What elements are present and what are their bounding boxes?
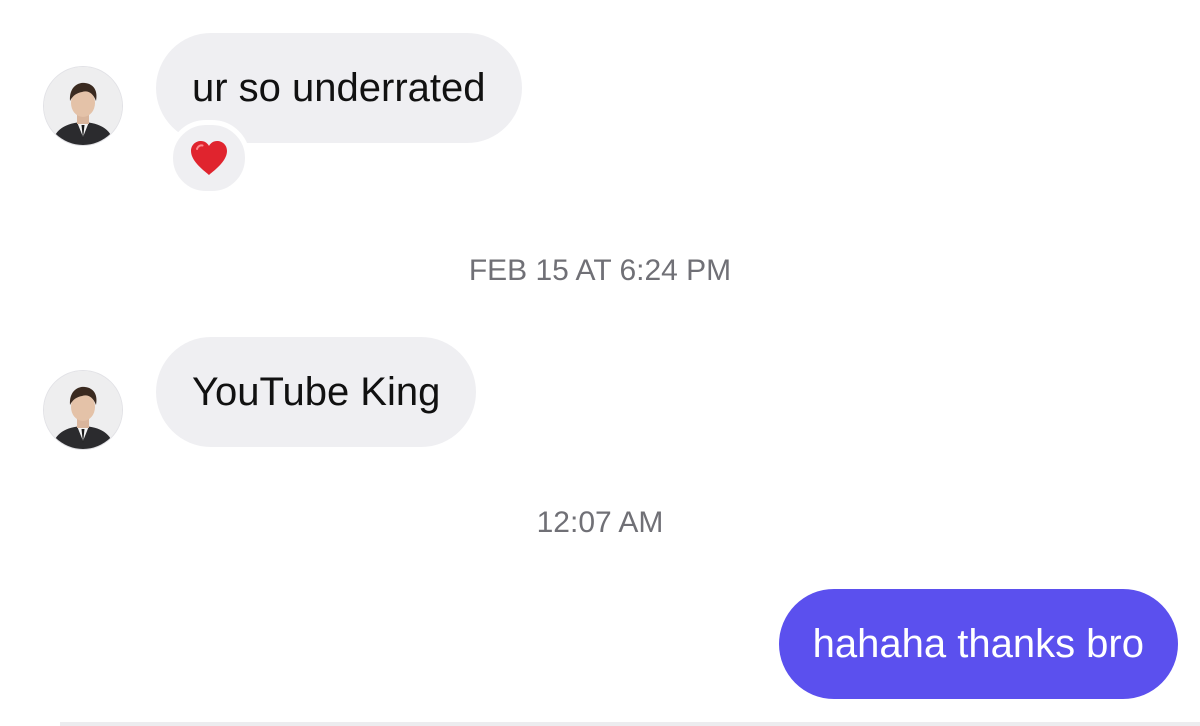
timestamp: 12:07 AM [536, 506, 664, 539]
message-bubble-outgoing[interactable]: hahaha thanks bro [778, 589, 1178, 699]
avatar[interactable] [44, 371, 122, 449]
heart-icon [191, 141, 227, 175]
avatar[interactable] [44, 67, 122, 145]
message-text: ur so underrated [192, 66, 486, 110]
message-text: YouTube King [192, 370, 441, 414]
divider [60, 722, 1200, 726]
timestamp: FEB 15 AT 6:24 PM [468, 254, 732, 287]
message-text: hahaha thanks bro [812, 622, 1144, 666]
avatar-photo [44, 371, 122, 449]
message-bubble-incoming[interactable]: YouTube King [156, 337, 477, 447]
avatar-photo [44, 67, 122, 145]
reaction-badge[interactable] [168, 120, 250, 196]
